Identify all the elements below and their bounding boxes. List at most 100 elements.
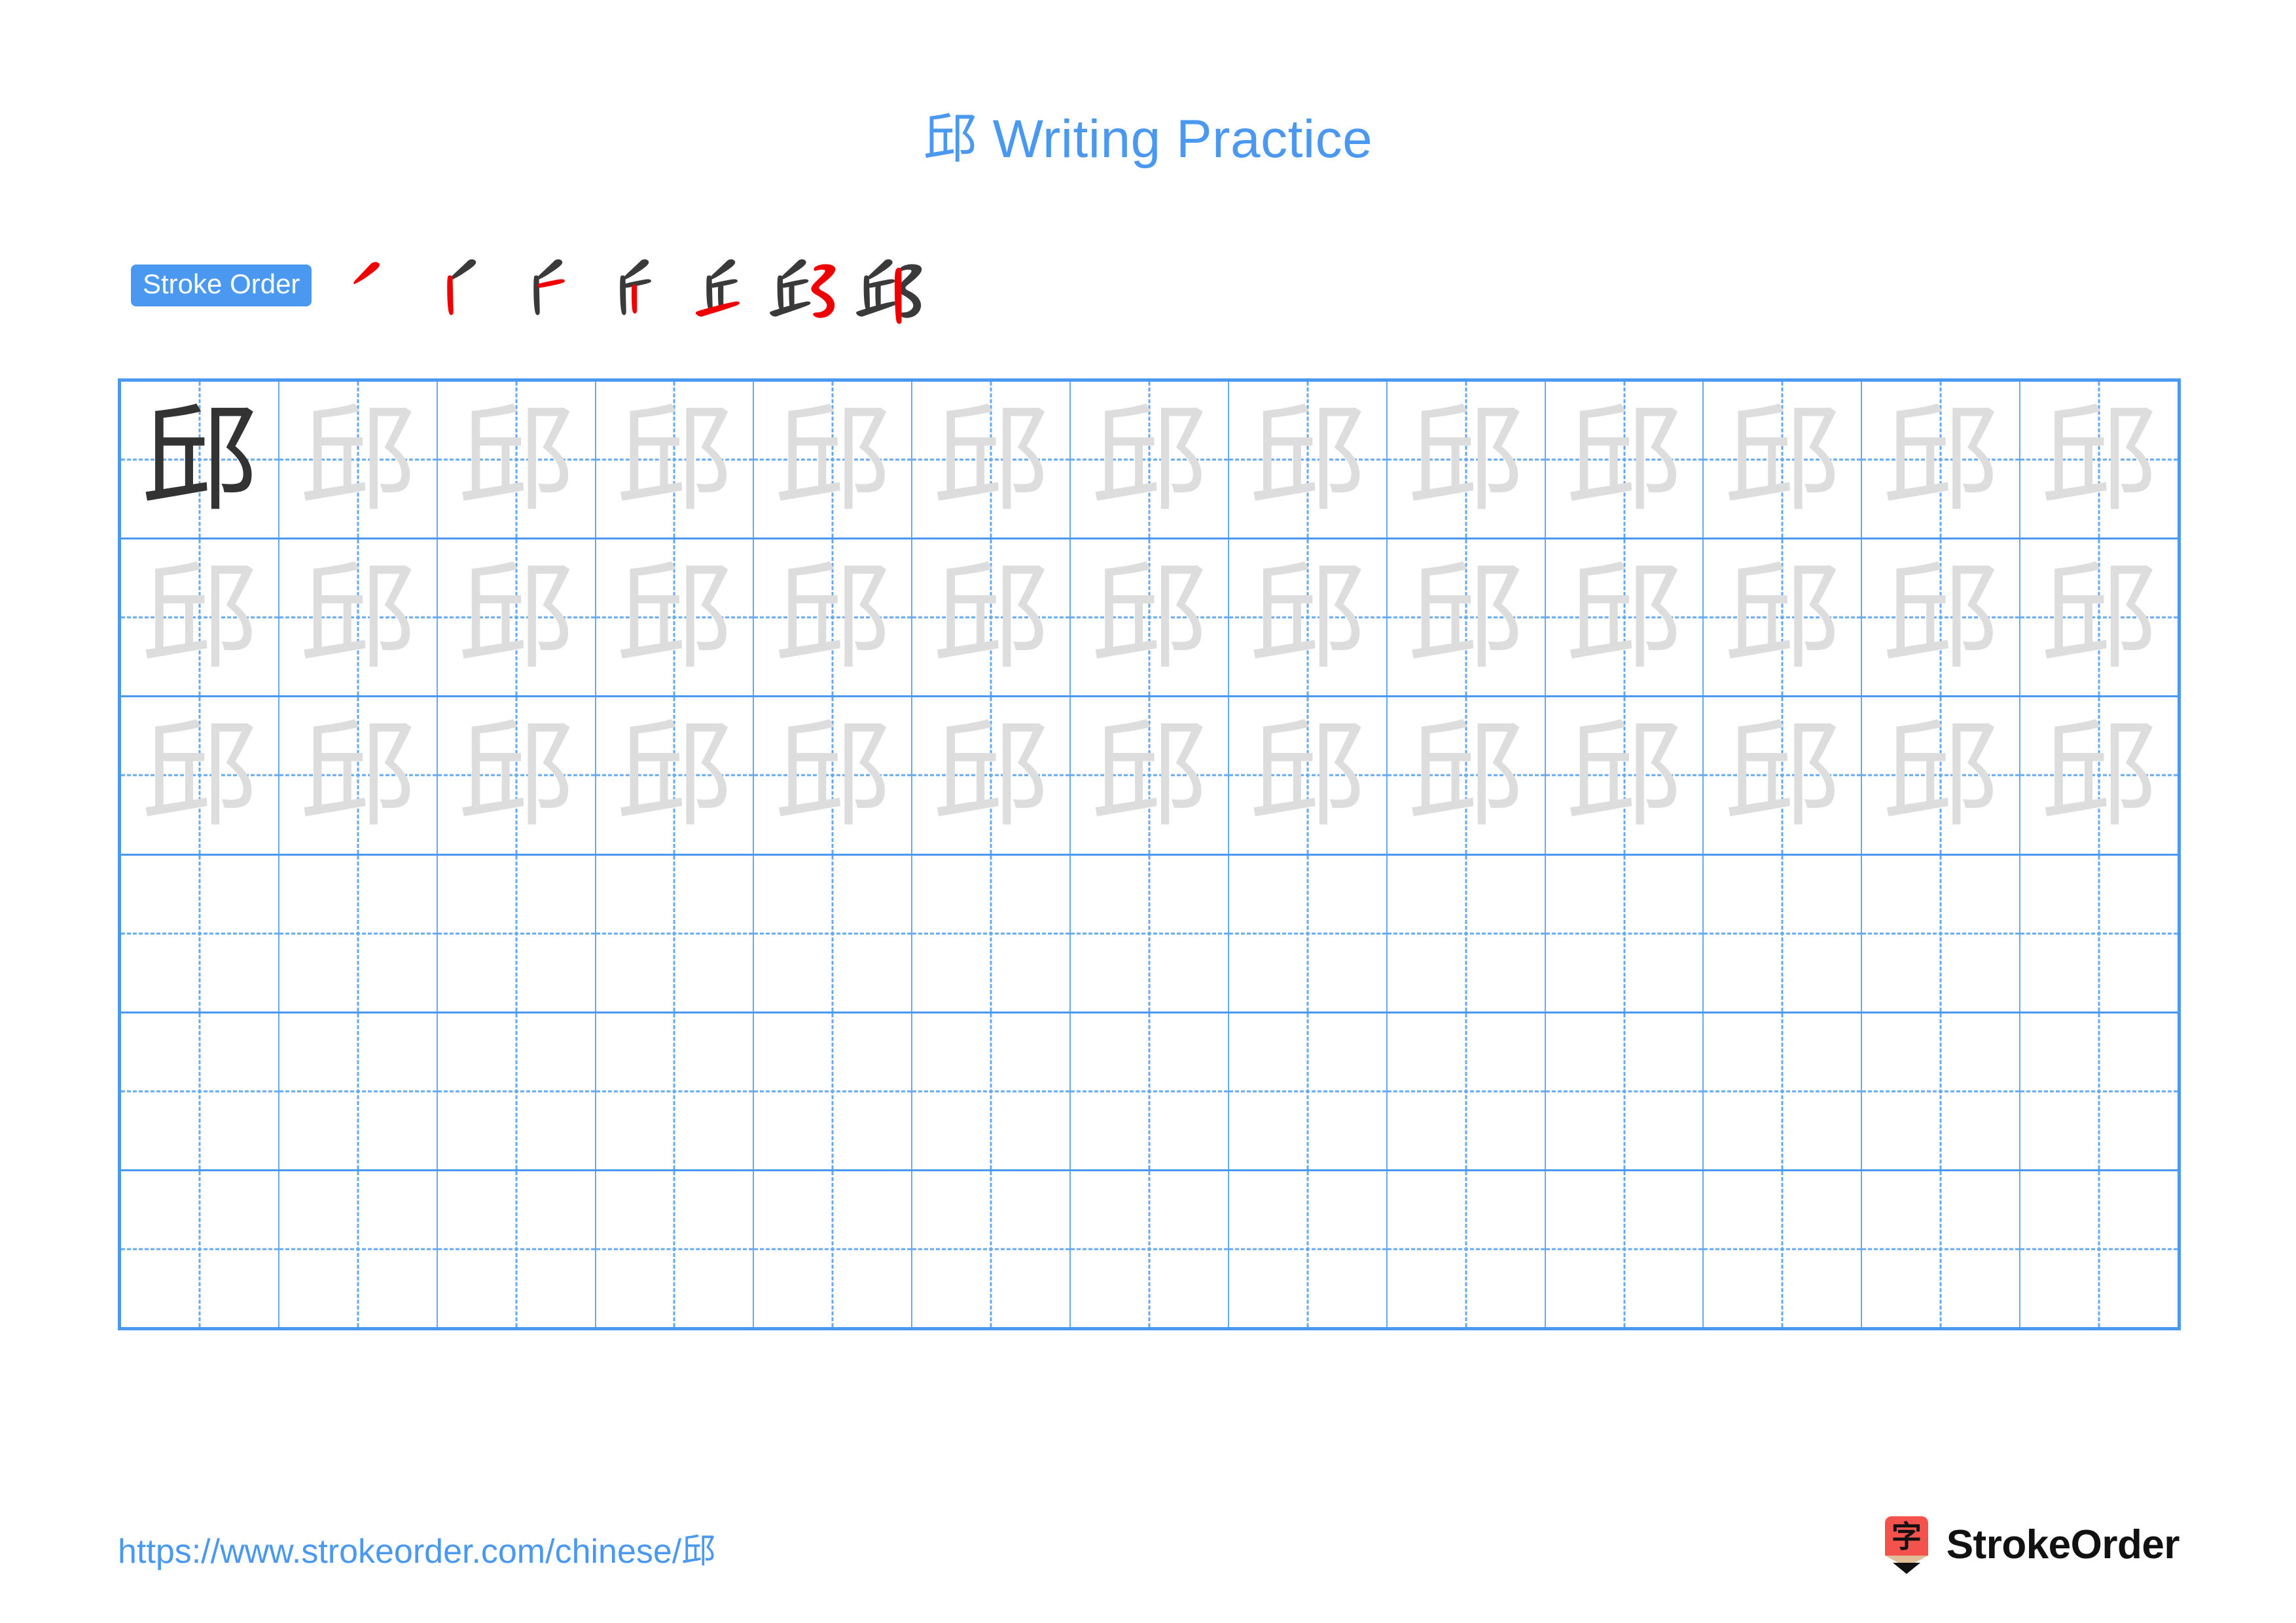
trace-character: 邱 <box>141 707 258 843</box>
practice-cell-r1-c12[interactable]: 邱 <box>1862 382 2021 538</box>
practice-cell-r4-c3[interactable] <box>438 855 596 1012</box>
practice-cell-r5-c8[interactable] <box>1229 1013 1388 1169</box>
practice-cell-r4-c1[interactable] <box>121 855 279 1012</box>
practice-cell-r3-c9[interactable]: 邱 <box>1388 697 1546 854</box>
practice-cell-r5-c6[interactable] <box>912 1013 1071 1169</box>
trace-character: 邱 <box>1090 549 1208 685</box>
brand-logo-block[interactable]: 字 StrokeOrder <box>1881 1514 2180 1577</box>
practice-cell-r5-c11[interactable] <box>1704 1013 1863 1169</box>
practice-cell-r1-c1[interactable]: 邱 <box>121 382 279 538</box>
practice-cell-r3-c5[interactable]: 邱 <box>754 697 913 854</box>
practice-cell-r4-c6[interactable] <box>912 855 1071 1012</box>
practice-cell-r3-c6[interactable]: 邱 <box>912 697 1071 854</box>
practice-cell-r1-c3[interactable]: 邱 <box>438 382 596 538</box>
practice-cell-r6-c2[interactable] <box>279 1171 438 1328</box>
practice-cell-r2-c1[interactable]: 邱 <box>121 539 279 696</box>
blank-cell <box>1704 1171 1861 1327</box>
practice-cell-r3-c13[interactable]: 邱 <box>2020 697 2178 853</box>
practice-cell-r3-c10[interactable]: 邱 <box>1546 697 1704 854</box>
practice-cell-r3-c11[interactable]: 邱 <box>1704 697 1863 854</box>
practice-cell-r2-c3[interactable]: 邱 <box>438 539 596 696</box>
stroke-step-1 <box>334 247 411 324</box>
practice-cell-r3-c7[interactable]: 邱 <box>1071 697 1229 854</box>
practice-cell-r4-c13[interactable] <box>2020 856 2178 1012</box>
practice-cell-r6-c6[interactable] <box>912 1171 1071 1328</box>
practice-cell-r3-c1[interactable]: 邱 <box>121 697 279 854</box>
practice-cell-r5-c5[interactable] <box>754 1013 913 1169</box>
practice-cell-r2-c4[interactable]: 邱 <box>596 539 755 696</box>
trace-character: 邱 <box>1882 707 2000 843</box>
practice-cell-r5-c2[interactable] <box>279 1013 438 1169</box>
practice-cell-r1-c4[interactable]: 邱 <box>596 382 755 538</box>
footer-url-link[interactable]: https://www.strokeorder.com/chinese/邱 <box>118 1523 715 1573</box>
practice-cell-r6-c13[interactable] <box>2020 1171 2178 1327</box>
practice-cell-r4-c8[interactable] <box>1229 855 1388 1012</box>
practice-cell-r6-c10[interactable] <box>1546 1171 1704 1328</box>
practice-cell-r2-c7[interactable]: 邱 <box>1071 539 1229 696</box>
practice-cell-r4-c4[interactable] <box>596 855 755 1012</box>
practice-cell-r1-c11[interactable]: 邱 <box>1704 382 1863 538</box>
practice-cell-r2-c5[interactable]: 邱 <box>754 539 913 696</box>
practice-cell-r3-c3[interactable]: 邱 <box>438 697 596 854</box>
blank-cell <box>1546 1013 1703 1169</box>
practice-cell-r2-c2[interactable]: 邱 <box>279 539 438 696</box>
practice-cell-r6-c4[interactable] <box>596 1171 755 1328</box>
practice-cell-r4-c2[interactable] <box>279 855 438 1012</box>
practice-grid-row <box>121 1171 2178 1328</box>
practice-cell-r2-c12[interactable]: 邱 <box>1862 539 2021 696</box>
practice-cell-r3-c4[interactable]: 邱 <box>596 697 755 854</box>
practice-cell-r2-c10[interactable]: 邱 <box>1546 539 1704 696</box>
practice-cell-r6-c8[interactable] <box>1229 1171 1388 1328</box>
practice-cell-r2-c6[interactable]: 邱 <box>912 539 1071 696</box>
practice-cell-r6-c9[interactable] <box>1388 1171 1546 1328</box>
practice-cell-r6-c11[interactable] <box>1704 1171 1863 1328</box>
practice-cell-r1-c10[interactable]: 邱 <box>1546 382 1704 538</box>
practice-cell-r1-c9[interactable]: 邱 <box>1388 382 1546 538</box>
practice-cell-r2-c9[interactable]: 邱 <box>1388 539 1546 696</box>
practice-cell-r5-c1[interactable] <box>121 1013 279 1169</box>
practice-cell-r1-c6[interactable]: 邱 <box>912 382 1071 538</box>
practice-cell-r5-c7[interactable] <box>1071 1013 1229 1169</box>
practice-cell-r4-c9[interactable] <box>1388 855 1546 1012</box>
practice-cell-r6-c5[interactable] <box>754 1171 913 1328</box>
blank-cell <box>2020 856 2178 1012</box>
blank-cell <box>121 1013 278 1169</box>
trace-character: 邱 <box>774 392 891 528</box>
blank-cell <box>596 1013 753 1169</box>
practice-cell-r5-c3[interactable] <box>438 1013 596 1169</box>
practice-cell-r2-c11[interactable]: 邱 <box>1704 539 1863 696</box>
practice-cell-r3-c2[interactable]: 邱 <box>279 697 438 854</box>
practice-cell-r4-c10[interactable] <box>1546 855 1704 1012</box>
practice-cell-r2-c13[interactable]: 邱 <box>2020 539 2178 695</box>
practice-cell-r1-c8[interactable]: 邱 <box>1229 382 1388 538</box>
practice-cell-r4-c5[interactable] <box>754 855 913 1012</box>
practice-cell-r1-c5[interactable]: 邱 <box>754 382 913 538</box>
practice-cell-r4-c11[interactable] <box>1704 855 1863 1012</box>
practice-cell-r1-c7[interactable]: 邱 <box>1071 382 1229 538</box>
practice-cell-r6-c7[interactable] <box>1071 1171 1229 1328</box>
practice-cell-r3-c12[interactable]: 邱 <box>1862 697 2021 854</box>
practice-cell-r5-c4[interactable] <box>596 1013 755 1169</box>
trace-character: 邱 <box>933 707 1050 843</box>
practice-cell-r5-c13[interactable] <box>2020 1013 2178 1169</box>
trace-character: 邱 <box>299 549 416 685</box>
practice-cell-r1-c13[interactable]: 邱 <box>2020 382 2178 538</box>
blank-cell <box>1229 856 1386 1012</box>
practice-cell-r4-c12[interactable] <box>1862 855 2021 1012</box>
practice-cell-r3-c8[interactable]: 邱 <box>1229 697 1388 854</box>
practice-cell-r4-c7[interactable] <box>1071 855 1229 1012</box>
practice-cell-r6-c12[interactable] <box>1862 1171 2021 1328</box>
trace-character: 邱 <box>457 392 575 528</box>
blank-cell <box>438 1171 595 1327</box>
practice-cell-r5-c10[interactable] <box>1546 1013 1704 1169</box>
practice-cell-r1-c2[interactable]: 邱 <box>279 382 438 538</box>
practice-cell-r5-c12[interactable] <box>1862 1013 2021 1169</box>
trace-character: 邱 <box>1724 707 1841 843</box>
blank-cell <box>1071 1013 1228 1169</box>
practice-cell-r2-c8[interactable]: 邱 <box>1229 539 1388 696</box>
practice-cell-r6-c3[interactable] <box>438 1171 596 1328</box>
practice-cell-r5-c9[interactable] <box>1388 1013 1546 1169</box>
trace-character: 邱 <box>774 707 891 843</box>
trace-character: 邱 <box>1724 549 1841 685</box>
practice-cell-r6-c1[interactable] <box>121 1171 279 1328</box>
